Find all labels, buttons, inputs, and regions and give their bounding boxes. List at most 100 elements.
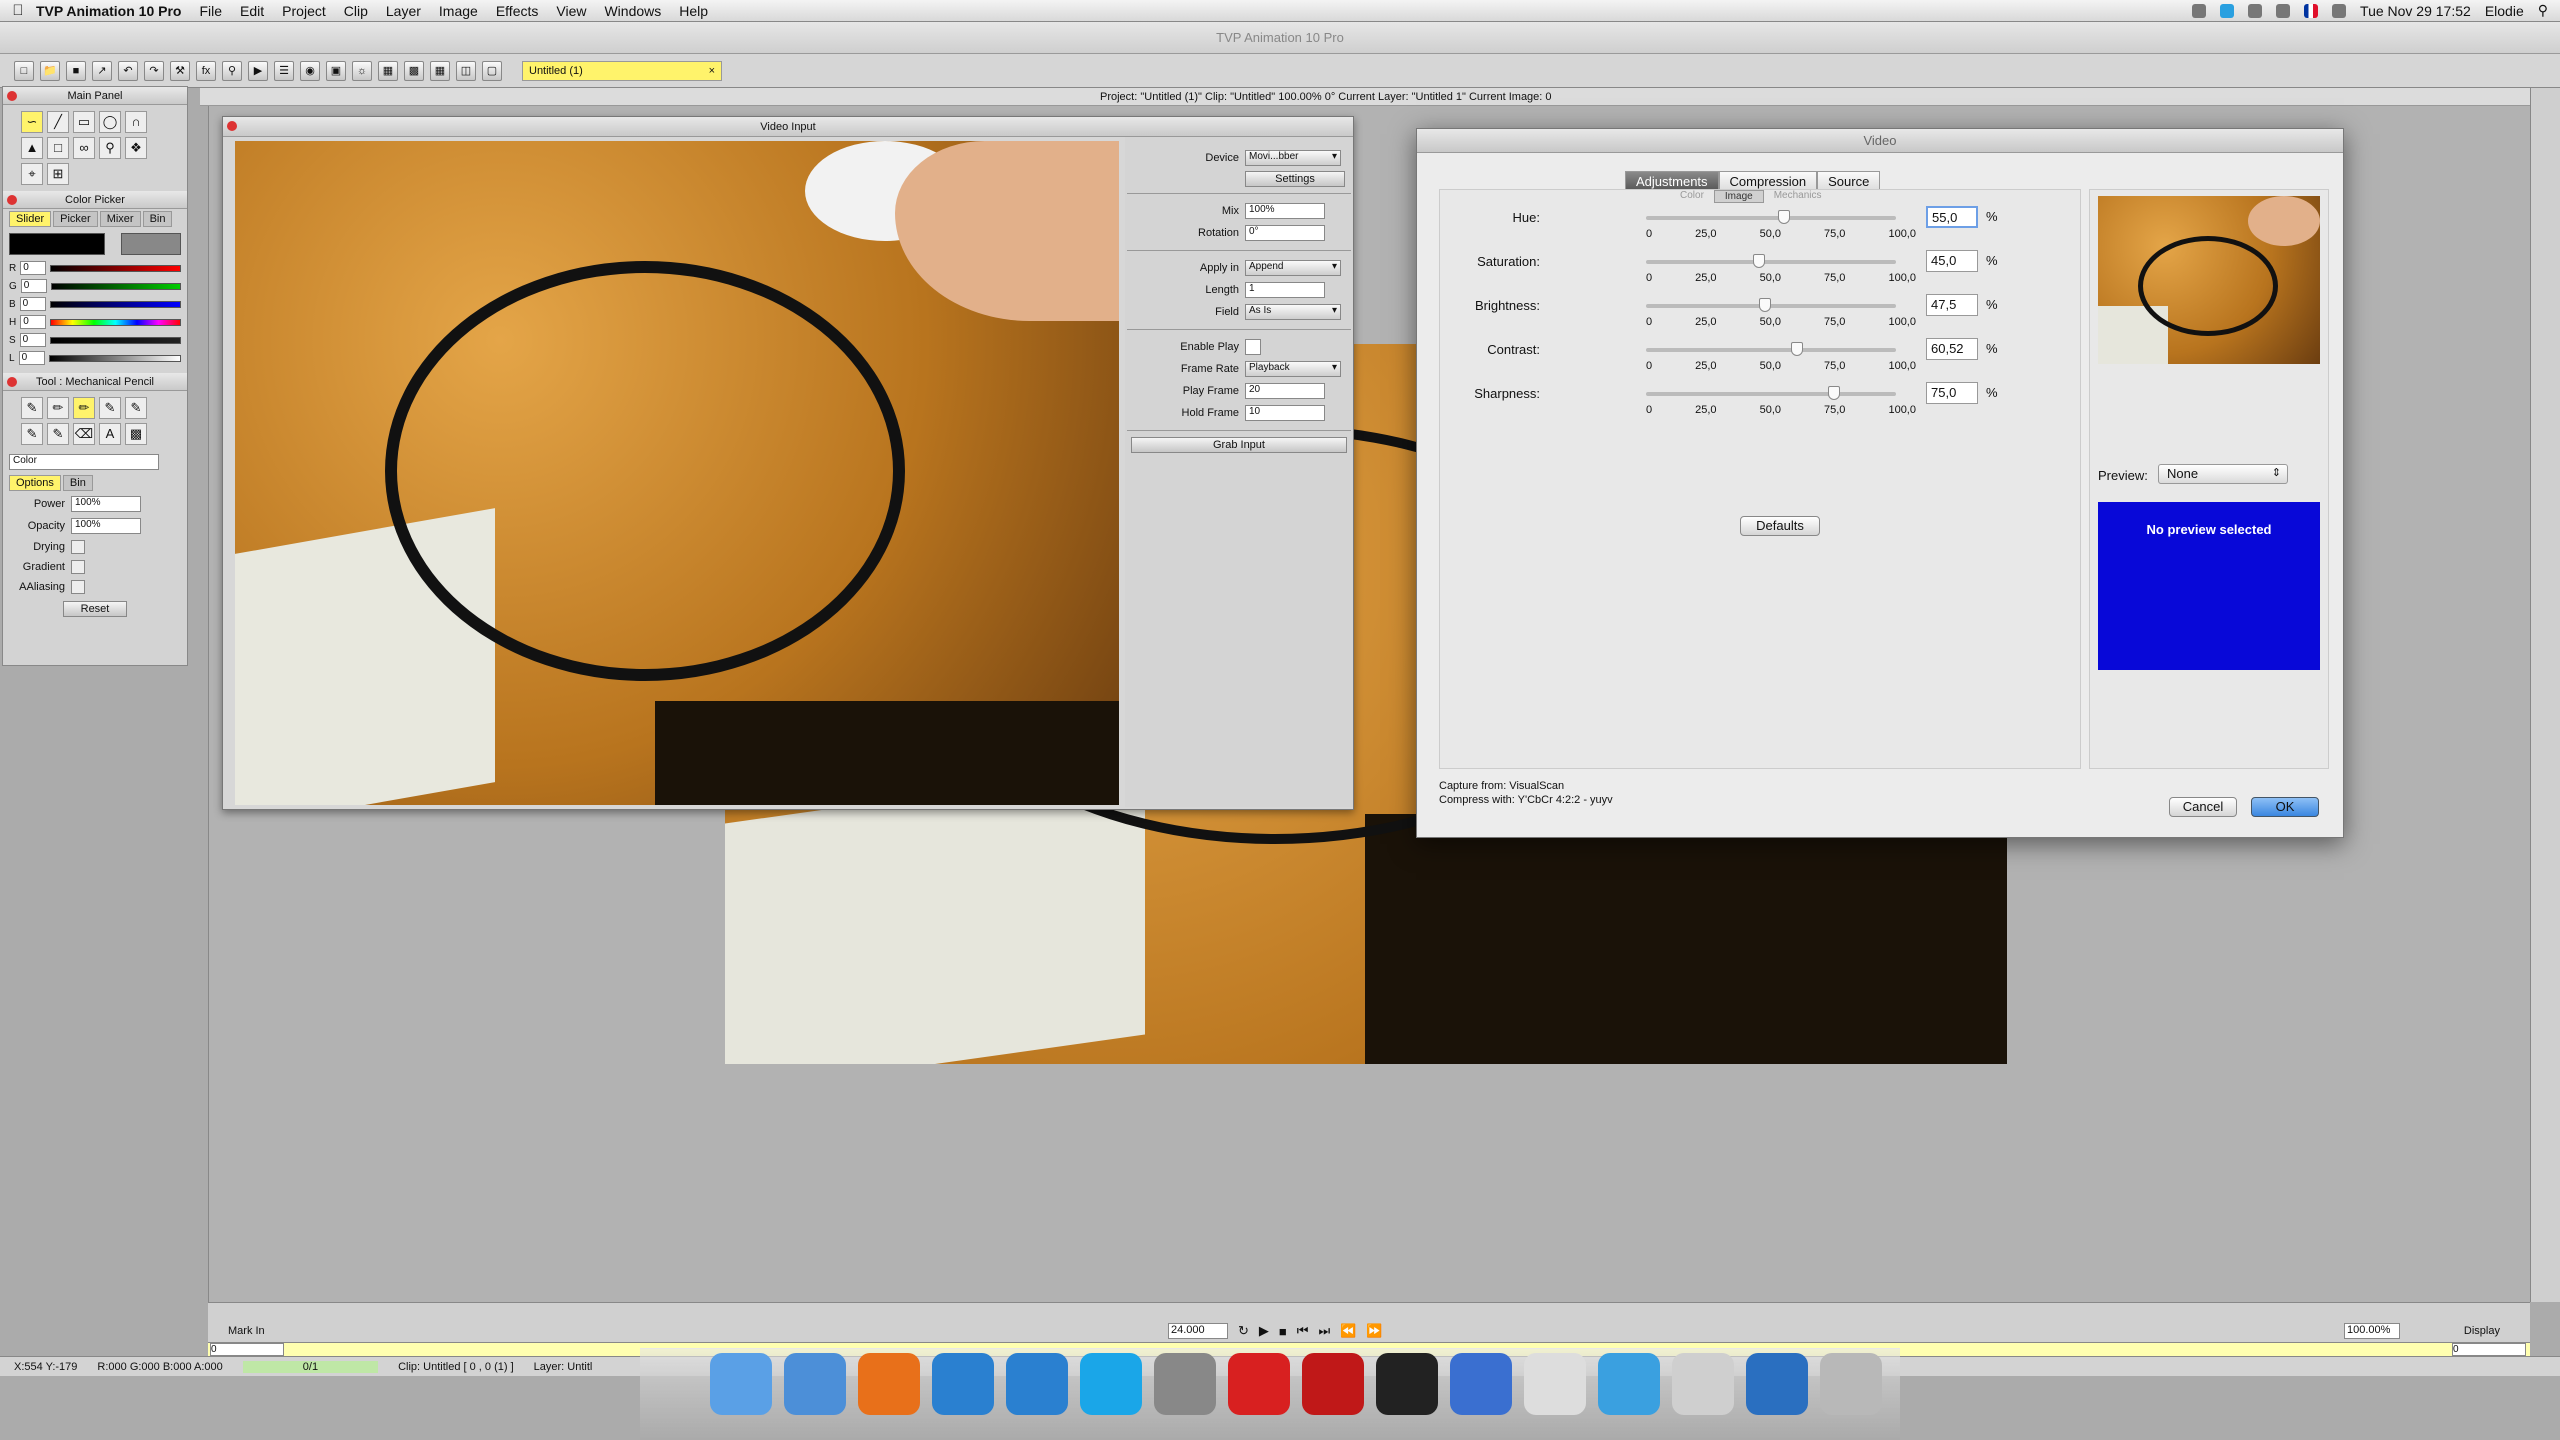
freehand-tool-icon[interactable]: ∽: [21, 111, 43, 133]
stop-icon[interactable]: ■: [1279, 1324, 1287, 1339]
channel-input[interactable]: 0: [19, 297, 46, 311]
skype-dock-icon[interactable]: [1080, 1353, 1142, 1415]
select-tool-icon[interactable]: □: [47, 137, 69, 159]
transform-tool-icon[interactable]: ❖: [125, 137, 147, 159]
length-input[interactable]: 1: [1245, 282, 1325, 298]
cancel-button[interactable]: Cancel: [2169, 797, 2237, 817]
table-icon[interactable]: ▦: [430, 60, 450, 81]
sync-icon[interactable]: [2192, 3, 2207, 18]
adjustment-value-input[interactable]: 45,0: [1926, 250, 1978, 272]
rectangle-tool-icon[interactable]: ▭: [73, 111, 95, 133]
field-select[interactable]: As Is: [1245, 304, 1341, 320]
color-mode-select[interactable]: Color: [9, 454, 159, 470]
rotation-input[interactable]: 0°: [1245, 225, 1325, 241]
messenger-dock-icon[interactable]: [1598, 1353, 1660, 1415]
play-icon[interactable]: ▶: [248, 60, 268, 81]
slider-knob[interactable]: [1827, 386, 1840, 400]
app-menu[interactable]: TVP Animation 10 Pro: [36, 3, 181, 19]
last-frame-icon[interactable]: ⏭: [1318, 1323, 1330, 1339]
close-icon[interactable]: [227, 121, 237, 131]
tab-bin[interactable]: Bin: [142, 211, 173, 227]
ok-button[interactable]: OK: [2251, 797, 2319, 817]
hold-frame-input[interactable]: 10: [1245, 405, 1325, 421]
step-forward-icon[interactable]: ⏩: [1366, 1323, 1382, 1339]
flag-icon[interactable]: [2304, 3, 2319, 18]
close-icon[interactable]: ×: [709, 65, 715, 77]
preferences-dock-icon[interactable]: [1154, 1353, 1216, 1415]
knife-brush-icon[interactable]: ✎: [47, 423, 69, 445]
pen-brush-icon[interactable]: ✎: [21, 397, 43, 419]
color-wheel-icon[interactable]: ◉: [300, 60, 320, 81]
display-menu[interactable]: Display: [2464, 1325, 2500, 1337]
play-icon[interactable]: ▶: [1259, 1323, 1269, 1339]
undo-icon[interactable]: ↶: [118, 60, 138, 81]
firefox-dock-icon[interactable]: [858, 1353, 920, 1415]
step-back-icon[interactable]: ⏪: [1340, 1323, 1356, 1339]
mechanical-pencil-icon[interactable]: ✏: [73, 397, 95, 419]
ellipse-tool-icon[interactable]: ◯: [99, 111, 121, 133]
document-tab[interactable]: Untitled (1) ×: [522, 60, 722, 81]
clock[interactable]: Tue Nov 29 17:52: [2360, 3, 2471, 19]
blue-slider[interactable]: [49, 300, 181, 308]
menu-file[interactable]: File: [199, 3, 222, 19]
menu-edit[interactable]: Edit: [240, 3, 264, 19]
fill-tool-icon[interactable]: ▲: [21, 137, 43, 159]
adjustment-slider[interactable]: [1646, 254, 1896, 268]
adjustment-slider[interactable]: [1646, 386, 1896, 400]
menu-clip[interactable]: Clip: [344, 3, 368, 19]
spotlight-icon[interactable]: ⚲: [2538, 2, 2548, 19]
menu-effects[interactable]: Effects: [496, 3, 539, 19]
primary-color-swatch[interactable]: [9, 233, 105, 255]
itunes-dock-icon[interactable]: [1450, 1353, 1512, 1415]
eraser-icon[interactable]: ⌫: [73, 423, 95, 445]
channel-input[interactable]: 0: [20, 261, 47, 275]
tvp-dock-icon[interactable]: [1006, 1353, 1068, 1415]
adjustment-value-input[interactable]: 60,52: [1926, 338, 1978, 360]
power-input[interactable]: 100%: [71, 496, 141, 512]
mix-input[interactable]: 100%: [1245, 203, 1325, 219]
skype-icon[interactable]: [2220, 3, 2235, 18]
adjustment-slider[interactable]: [1646, 342, 1896, 356]
palette-icon[interactable]: ▣: [326, 60, 346, 81]
zoom-icon[interactable]: ⚲: [222, 60, 242, 81]
play-frame-input[interactable]: 20: [1245, 383, 1325, 399]
adjustment-slider[interactable]: [1646, 298, 1896, 312]
vertical-scrollbar[interactable]: [2530, 88, 2560, 1302]
user-name[interactable]: Elodie: [2485, 3, 2524, 19]
panels-icon[interactable]: ◫: [456, 60, 476, 81]
enable-play-checkbox[interactable]: [1245, 339, 1261, 355]
crayon-brush-icon[interactable]: ✎: [99, 397, 121, 419]
close-icon[interactable]: [7, 195, 17, 205]
time-machine-icon[interactable]: [2276, 3, 2291, 18]
tvp-dock-icon[interactable]: [932, 1353, 994, 1415]
airbrush-icon[interactable]: ✎: [125, 397, 147, 419]
apple-icon[interactable]: : [0, 2, 36, 19]
monitor-icon[interactable]: ▢: [482, 60, 502, 81]
paintbrush-icon[interactable]: ✎: [21, 423, 43, 445]
aaliasing-checkbox[interactable]: [71, 580, 85, 594]
green-slider[interactable]: [50, 282, 181, 290]
thunderbird-dock-icon[interactable]: [1746, 1353, 1808, 1415]
tab-options[interactable]: Options: [9, 475, 61, 491]
defaults-button[interactable]: Defaults: [1740, 516, 1820, 536]
stamp-icon[interactable]: ▩: [125, 423, 147, 445]
finder-dock-icon[interactable]: [710, 1353, 772, 1415]
close-icon[interactable]: [7, 91, 17, 101]
slider-knob[interactable]: [1777, 210, 1790, 224]
open-icon[interactable]: 📁: [40, 60, 60, 81]
gradient-checkbox[interactable]: [71, 560, 85, 574]
lightness-slider[interactable]: [48, 354, 181, 362]
reset-button[interactable]: Reset: [63, 601, 127, 617]
opacity-input[interactable]: 100%: [71, 518, 141, 534]
line-tool-icon[interactable]: ╱: [47, 111, 69, 133]
loop-icon[interactable]: ↻: [1238, 1323, 1249, 1339]
curve-tool-icon[interactable]: ∩: [125, 111, 147, 133]
tools-icon[interactable]: ⚒: [170, 60, 190, 81]
saturation-slider[interactable]: [49, 336, 181, 344]
menu-windows[interactable]: Windows: [604, 3, 661, 19]
activity-dock-icon[interactable]: [1376, 1353, 1438, 1415]
channel-input[interactable]: 0: [20, 279, 47, 293]
crop-tool-icon[interactable]: ⌖: [21, 163, 43, 185]
menu-help[interactable]: Help: [679, 3, 708, 19]
zoom-tool-icon[interactable]: ⚲: [99, 137, 121, 159]
